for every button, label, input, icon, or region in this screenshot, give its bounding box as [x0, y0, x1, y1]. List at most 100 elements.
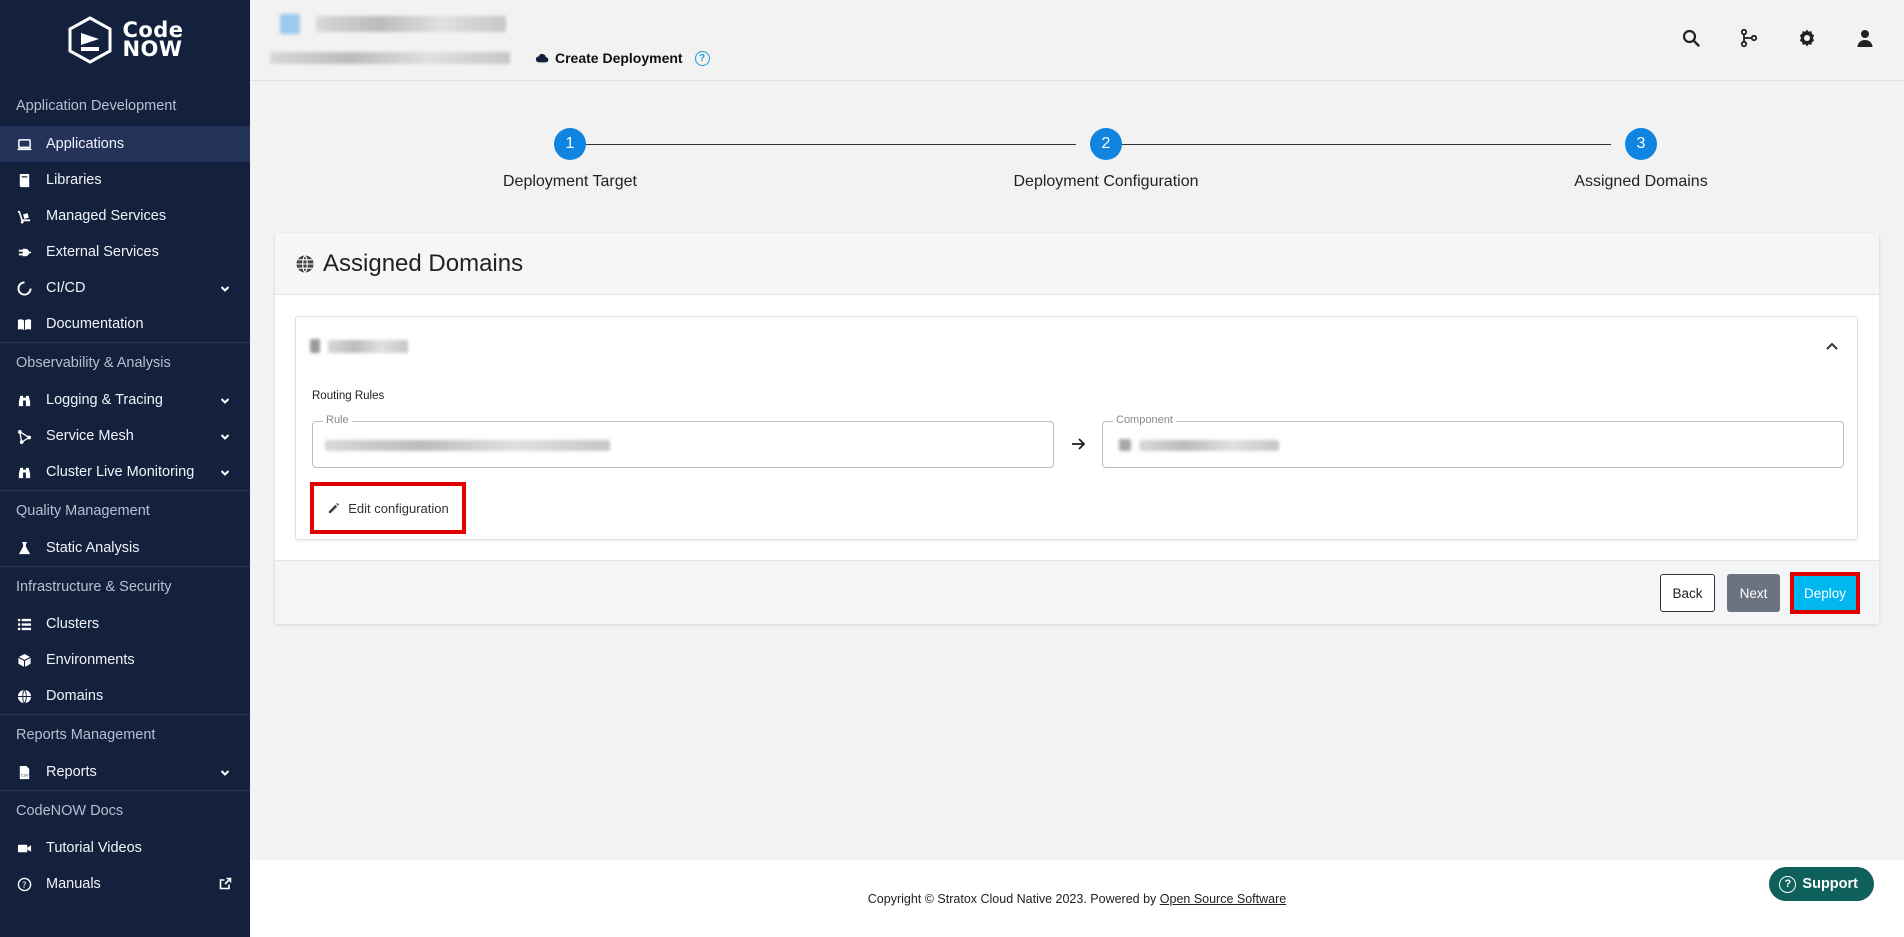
- step-deployment-configuration[interactable]: 2 Deployment Configuration: [986, 128, 1226, 191]
- cube-icon: [16, 652, 32, 668]
- sidebar-item-label: Cluster Live Monitoring: [46, 464, 195, 480]
- book-open-icon: [16, 316, 32, 332]
- support-button[interactable]: ? Support: [1769, 867, 1874, 901]
- breadcrumb-current: Create Deployment ?: [535, 50, 710, 66]
- sidebar-item-domains[interactable]: Domains: [0, 678, 250, 714]
- sidebar-item-external-services[interactable]: External Services: [0, 234, 250, 270]
- copyright: Copyright © Stratox Cloud Native 2023. P…: [250, 892, 1904, 906]
- sidebar-section-label: Quality Management: [0, 490, 250, 530]
- gear-icon[interactable]: [1796, 27, 1818, 49]
- rule-field[interactable]: Rule: [312, 414, 1054, 468]
- sidebar-item-logging-tracing[interactable]: Logging & Tracing: [0, 382, 250, 418]
- step-label: Deployment Target: [503, 173, 637, 190]
- step-number: 1: [554, 128, 586, 160]
- mesh-icon: [16, 428, 32, 444]
- rule-value-redacted: [325, 440, 610, 451]
- chevron-up-icon[interactable]: [1825, 339, 1839, 353]
- brand-wordmark: Code NOW: [122, 20, 183, 60]
- sidebar-item-libraries[interactable]: Libraries: [0, 162, 250, 198]
- sidebar-item-documentation[interactable]: Documentation: [0, 306, 250, 342]
- page-header: Create Deployment ?: [250, 0, 1904, 81]
- git-branch-icon[interactable]: [1738, 27, 1760, 49]
- chevron-down-icon: [220, 282, 230, 292]
- circle-notch-icon: [16, 280, 32, 296]
- open-source-link[interactable]: Open Source Software: [1160, 892, 1286, 906]
- user-icon[interactable]: [1854, 27, 1876, 49]
- codenow-logo-icon: [68, 16, 112, 64]
- page-title: Create Deployment: [555, 50, 683, 66]
- chevron-down-icon: [220, 766, 230, 776]
- sidebar-item-applications[interactable]: Applications: [0, 126, 250, 162]
- step-deployment-target[interactable]: 1 Deployment Target: [450, 128, 690, 191]
- page-footer: Copyright © Stratox Cloud Native 2023. P…: [250, 860, 1904, 937]
- sidebar-item-static-analysis[interactable]: Static Analysis: [0, 530, 250, 566]
- sidebar-item-managed-services[interactable]: Managed Services: [0, 198, 250, 234]
- sidebar-item-tutorial-videos[interactable]: Tutorial Videos: [0, 830, 250, 866]
- sidebar-item-label: Applications: [46, 136, 125, 152]
- step-number: 3: [1625, 128, 1657, 160]
- video-icon: [16, 840, 32, 856]
- sidebar-item-ci-cd[interactable]: CI/CD: [0, 270, 250, 306]
- edit-configuration-button[interactable]: Edit configuration: [310, 482, 466, 534]
- sidebar-item-service-mesh[interactable]: Service Mesh: [0, 418, 250, 454]
- laptop-icon: [16, 136, 32, 152]
- next-button[interactable]: Next: [1727, 574, 1780, 612]
- chevron-down-icon: [220, 394, 230, 404]
- sidebar-item-cluster-live-monitoring[interactable]: Cluster Live Monitoring: [0, 454, 250, 490]
- external-link-icon: [219, 877, 232, 890]
- copyright-text: Copyright © Stratox Cloud Native 2023. P…: [867, 892, 1160, 906]
- sidebar-section-label: Infrastructure & Security: [0, 566, 250, 606]
- component-field[interactable]: Component: [1102, 414, 1844, 468]
- deploy-button[interactable]: Deploy: [1794, 576, 1856, 610]
- help-icon[interactable]: ?: [694, 50, 710, 66]
- sidebar-item-label: Tutorial Videos: [46, 840, 142, 856]
- component-value-redacted: [1139, 440, 1279, 451]
- card-header: Assigned Domains: [275, 233, 1879, 295]
- deploy-button-highlight: Deploy: [1790, 572, 1860, 614]
- search-icon[interactable]: [1680, 27, 1702, 49]
- sidebar-item-label: Libraries: [46, 172, 102, 188]
- routing-rules-label: Routing Rules: [312, 390, 385, 402]
- sidebar-item-manuals[interactable]: ? Manuals: [0, 866, 250, 902]
- step-label: Deployment Configuration: [1013, 173, 1199, 190]
- sidebar: Code NOW Application Development Applicat…: [0, 0, 250, 937]
- rule-field-label: Rule: [323, 414, 352, 426]
- globe-icon: [16, 688, 32, 704]
- sidebar-item-label: Static Analysis: [46, 540, 140, 556]
- back-button[interactable]: Back: [1660, 574, 1715, 612]
- deployment-stepper: 1 Deployment Target 2 Deployment Configu…: [450, 128, 1708, 208]
- component-field-label: Component: [1113, 414, 1176, 426]
- question-icon: ?: [1779, 875, 1797, 893]
- pencil-icon: [329, 502, 340, 513]
- sidebar-item-reports[interactable]: CSV Reports: [0, 754, 250, 790]
- sidebar-item-label: Environments: [46, 652, 135, 668]
- sidebar-item-label: Domains: [46, 688, 104, 704]
- brand-logo[interactable]: Code NOW: [0, 0, 250, 80]
- list-icon: [16, 616, 32, 632]
- sidebar-item-label: Service Mesh: [46, 428, 134, 444]
- card-title: Assigned Domains: [323, 249, 524, 277]
- breadcrumb-redacted: [270, 52, 510, 64]
- sidebar-item-label: CI/CD: [46, 280, 86, 296]
- sidebar-item-environments[interactable]: Environments: [0, 642, 250, 678]
- sidebar-item-label: Logging & Tracing: [46, 392, 163, 408]
- chevron-down-icon: [220, 466, 230, 476]
- binoculars-icon: [16, 464, 32, 480]
- sidebar-section-label: Application Development: [16, 98, 177, 114]
- sidebar-item-clusters[interactable]: Clusters: [0, 606, 250, 642]
- step-label: Assigned Domains: [1574, 173, 1708, 190]
- sidebar-section-label: Reports Management: [0, 714, 250, 754]
- domain-panel: Routing Rules Rule Component Edit config…: [295, 316, 1858, 540]
- component-icon-redacted: [1119, 439, 1131, 451]
- step-assigned-domains[interactable]: 3 Assigned Domains: [1521, 128, 1761, 191]
- support-label: Support: [1802, 876, 1858, 892]
- globe-icon: [296, 254, 314, 273]
- assigned-domains-card: Assigned Domains Routing Rules Rule Comp…: [275, 233, 1879, 624]
- cloud-icon: [535, 53, 549, 63]
- step-number: 2: [1090, 128, 1122, 160]
- question-circle-icon: ?: [16, 876, 32, 892]
- sidebar-item-label: Clusters: [46, 616, 100, 632]
- sidebar-item-label: Documentation: [46, 316, 144, 332]
- flask-icon: [16, 540, 32, 556]
- plug-icon: [16, 244, 32, 260]
